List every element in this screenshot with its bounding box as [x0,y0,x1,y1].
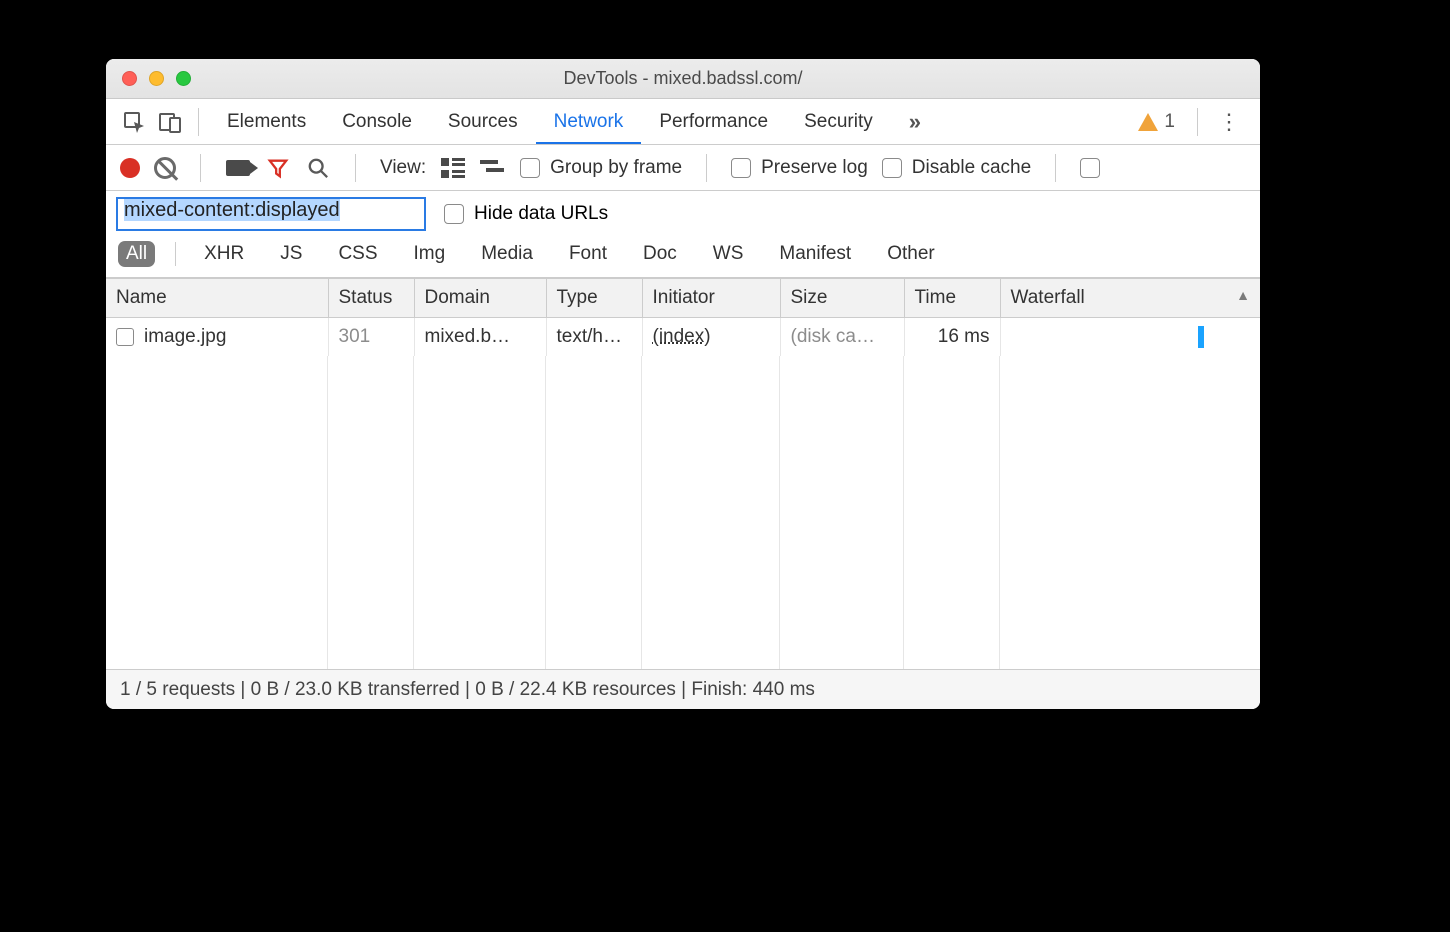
col-header-type[interactable]: Type [546,279,642,318]
col-header-status[interactable]: Status [328,279,414,318]
tab-console[interactable]: Console [324,99,430,145]
record-button[interactable] [120,158,140,178]
titlebar: DevTools - mixed.badssl.com/ [106,59,1260,99]
minimize-window-button[interactable] [149,71,164,86]
filter-row: mixed-content:displayed Hide data URLs [106,191,1260,237]
group-by-frame-option[interactable]: Group by frame [520,157,682,179]
type-filter-manifest[interactable]: Manifest [771,241,859,267]
panel-tabs-row: Elements Console Sources Network Perform… [106,99,1260,145]
type-filter-doc[interactable]: Doc [635,241,685,267]
search-icon[interactable] [305,158,331,178]
inspect-element-icon[interactable] [116,104,152,140]
col-header-waterfall-label: Waterfall [1011,287,1085,308]
type-filter-xhr[interactable]: XHR [196,241,252,267]
preserve-log-checkbox[interactable] [731,158,751,178]
cell-name: image.jpg [106,318,328,357]
close-window-button[interactable] [122,71,137,86]
separator [706,154,707,182]
cell-domain: mixed.b… [414,318,546,357]
group-by-frame-checkbox[interactable] [520,158,540,178]
requests-table-wrap: Name Status Domain Type Initiator Size T… [106,278,1260,669]
overview-icon[interactable] [480,158,506,178]
filter-input-value: mixed-content:displayed [124,199,340,221]
hide-data-urls-option[interactable]: Hide data URLs [444,203,608,225]
col-header-waterfall[interactable]: Waterfall ▲ [1000,279,1260,318]
tab-elements[interactable]: Elements [209,99,324,145]
group-by-frame-label: Group by frame [550,157,682,179]
cell-initiator[interactable]: (index) [642,318,780,357]
window-title: DevTools - mixed.badssl.com/ [563,68,802,89]
traffic-lights [122,71,191,86]
clear-button[interactable] [154,157,176,179]
separator [1197,108,1198,136]
type-filter-media[interactable]: Media [473,241,541,267]
tab-performance[interactable]: Performance [641,99,786,145]
devtools-window: DevTools - mixed.badssl.com/ Elements Co… [106,59,1260,709]
preserve-log-option[interactable]: Preserve log [731,157,868,179]
filter-input[interactable]: mixed-content:displayed [116,197,426,231]
col-header-time[interactable]: Time [904,279,1000,318]
cell-type: text/h… [546,318,642,357]
offline-checkbox[interactable] [1080,158,1100,178]
type-filter-img[interactable]: Img [406,241,454,267]
col-header-size[interactable]: Size [780,279,904,318]
warning-icon [1138,113,1158,131]
type-filter-all[interactable]: All [118,241,155,267]
sort-ascending-icon: ▲ [1236,287,1250,303]
type-filter-ws[interactable]: WS [705,241,752,267]
status-bar: 1 / 5 requests | 0 B / 23.0 KB transferr… [106,669,1260,709]
filter-icon[interactable] [265,158,291,178]
capture-screenshots-icon[interactable] [225,158,251,178]
waterfall-bar [1198,326,1204,348]
warnings-badge[interactable]: 1 [1126,111,1187,133]
cell-time: 16 ms [904,318,1000,357]
separator [1055,154,1056,182]
type-filter-js[interactable]: JS [272,241,310,267]
col-header-initiator[interactable]: Initiator [642,279,780,318]
separator [200,154,201,182]
type-filter-font[interactable]: Font [561,241,615,267]
table-header-row: Name Status Domain Type Initiator Size T… [106,279,1260,318]
table-row[interactable]: image.jpg 301 mixed.b… text/h… (index) (… [106,318,1260,357]
zoom-window-button[interactable] [176,71,191,86]
cell-status: 301 [328,318,414,357]
warning-count: 1 [1164,111,1175,133]
separator [198,108,199,136]
hide-data-urls-label: Hide data URLs [474,203,608,225]
cell-waterfall [1000,318,1260,357]
initiator-link[interactable]: (index) [653,326,711,347]
hide-data-urls-checkbox[interactable] [444,204,464,224]
type-filters: All XHR JS CSS Img Media Font Doc WS Man… [106,237,1260,278]
toggle-device-toolbar-icon[interactable] [152,104,188,140]
tab-security[interactable]: Security [786,99,891,145]
network-toolbar: View: Group by frame Preserve log Disabl… [106,145,1260,191]
view-label: View: [380,157,426,179]
row-checkbox[interactable] [116,328,134,346]
preserve-log-label: Preserve log [761,157,868,179]
type-filter-css[interactable]: CSS [330,241,385,267]
offline-option[interactable] [1080,158,1100,178]
type-filter-other[interactable]: Other [879,241,943,267]
separator [355,154,356,182]
tab-sources[interactable]: Sources [430,99,536,145]
col-header-domain[interactable]: Domain [414,279,546,318]
disable-cache-label: Disable cache [912,157,1031,179]
more-tabs-button[interactable]: » [891,109,939,135]
col-header-name[interactable]: Name [106,279,328,318]
table-empty-area [106,356,1260,669]
requests-table: Name Status Domain Type Initiator Size T… [106,278,1260,356]
tab-network[interactable]: Network [536,99,642,145]
cell-size: (disk ca… [780,318,904,357]
status-text: 1 / 5 requests | 0 B / 23.0 KB transferr… [120,679,815,701]
large-rows-icon[interactable] [440,158,466,178]
disable-cache-checkbox[interactable] [882,158,902,178]
disable-cache-option[interactable]: Disable cache [882,157,1031,179]
settings-menu-icon[interactable]: ⋮ [1208,109,1250,135]
cell-name-text: image.jpg [144,326,226,347]
separator [175,242,176,266]
